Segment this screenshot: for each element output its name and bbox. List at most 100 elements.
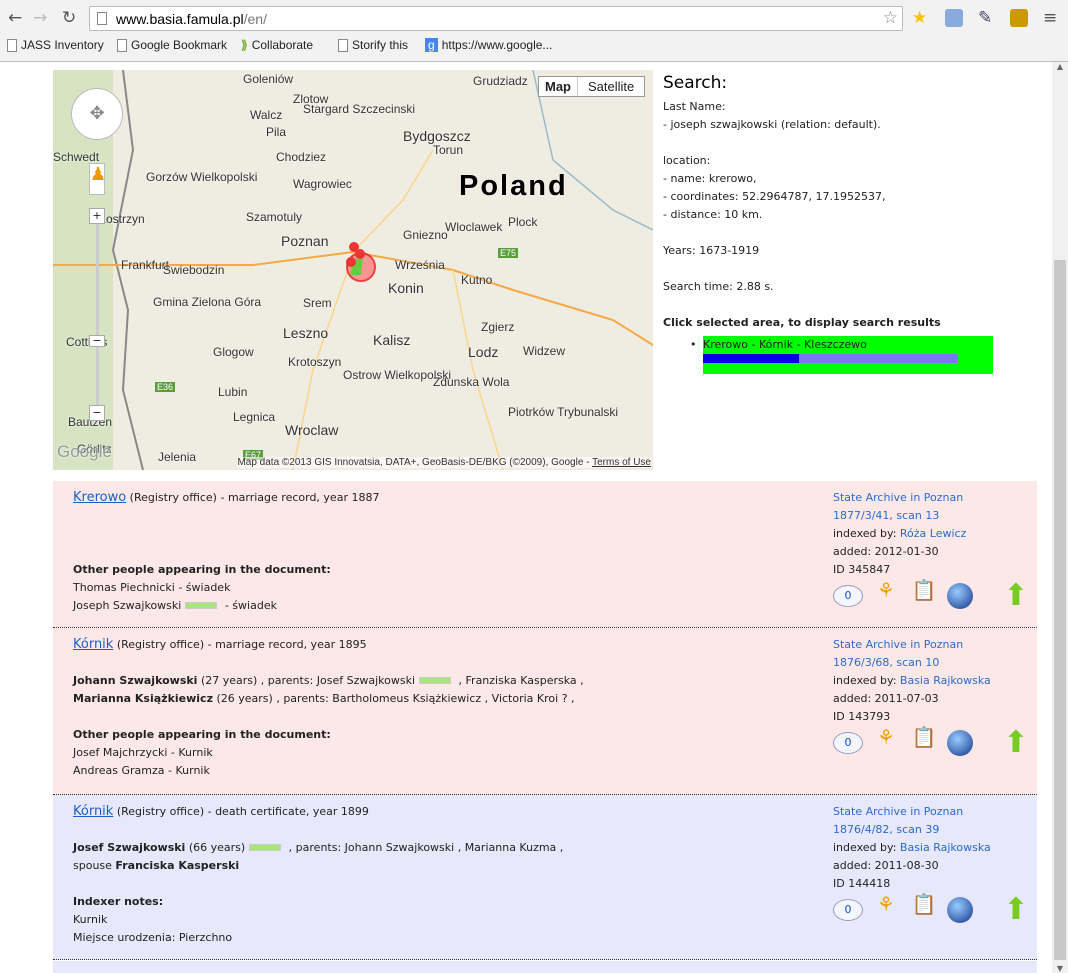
person-details: (26 years) , parents: Bartholomeus Książ…: [212, 692, 575, 705]
family-tree-icon[interactable]: ⚘: [871, 580, 901, 611]
zoom-out-button[interactable]: −: [89, 405, 105, 421]
map-place-label: Schwedt: [53, 150, 100, 164]
zoom-slider-track[interactable]: [96, 215, 99, 415]
forward-icon[interactable]: →: [33, 8, 47, 28]
browser-chrome: ← → ↻ www.basia.famula.pl/en/ ☆ ★ ✎ ≡ JA…: [0, 0, 1068, 62]
indexer-link[interactable]: Basia Rajkowska: [900, 841, 991, 854]
address-bar[interactable]: www.basia.famula.pl/en/ ☆: [89, 6, 903, 31]
bookmark-storify[interactable]: Storify this: [338, 38, 408, 52]
page-icon: [97, 12, 107, 25]
menu-icon[interactable]: ≡: [1043, 8, 1057, 28]
map-type-satellite-button[interactable]: Satellite: [578, 77, 644, 96]
globe-icon[interactable]: [947, 730, 973, 756]
terms-of-use-link[interactable]: Terms of Use: [592, 457, 651, 468]
map-place-label: Chodziez: [276, 150, 327, 164]
globe-icon[interactable]: [947, 583, 973, 609]
zoom-in-button[interactable]: +: [89, 208, 105, 224]
map-place-label: Gmina Zielona Góra: [153, 295, 262, 309]
other-person: Thomas Piechnicki - świadek: [73, 581, 231, 594]
bookmark-google-url[interactable]: g https://www.google...: [425, 38, 552, 52]
record-id: ID 143793: [833, 710, 891, 723]
g-extension-icon[interactable]: [1010, 9, 1028, 27]
scroll-up-icon[interactable]: ▲: [1052, 62, 1068, 71]
bookmark-collaborate[interactable]: ⟫ Collaborate: [241, 38, 313, 52]
search-line: [663, 296, 1003, 314]
extension-icon[interactable]: [945, 9, 963, 27]
zoom-slider-handle[interactable]: −: [89, 335, 105, 347]
result-progress-bar: [703, 354, 958, 363]
bookmark-star-icon[interactable]: ☆: [883, 8, 898, 28]
globe-icon[interactable]: [947, 897, 973, 923]
comments-icon[interactable]: 0: [833, 732, 863, 754]
indexer-link[interactable]: Basia Rajkowska: [900, 674, 991, 687]
map-place-label: Piotrków Trybunalski: [508, 405, 619, 419]
record-meta: State Archive in Poznan 1877/3/41, scan 1…: [833, 489, 1033, 611]
map-place-label: Walcz: [250, 108, 283, 122]
scroll-down-icon[interactable]: ▼: [1052, 964, 1068, 973]
result-area[interactable]: • Krerowo - Kórnik - Kleszczewo: [690, 336, 993, 374]
bookmark-jass[interactable]: JASS Inventory: [7, 38, 104, 52]
archive-link[interactable]: State Archive in Poznan: [833, 805, 963, 818]
role: - świadek: [221, 599, 277, 612]
clipboard-scissors-icon[interactable]: 📋: [909, 727, 939, 758]
archive-link[interactable]: State Archive in Poznan: [833, 638, 963, 651]
scan-link[interactable]: 1876/3/68, scan 10: [833, 656, 939, 669]
scan-link[interactable]: 1876/4/82, scan 39: [833, 823, 939, 836]
scrollbar[interactable]: ▲ ▼: [1052, 62, 1068, 973]
map-place-label: Torun: [433, 143, 464, 157]
search-line: - distance: 10 km.: [663, 208, 763, 221]
search-line: - name: krerowo,: [663, 172, 757, 185]
map-attribution: Map data ©2013 GIS Innovatsia, DATA+, Ge…: [237, 457, 651, 468]
map-place-label: Wroclaw: [285, 422, 339, 438]
map-place-label: Wagrowiec: [293, 177, 352, 191]
back-to-top-icon[interactable]: ⬆: [1001, 728, 1031, 758]
map-place-label: Goleniów: [243, 72, 294, 86]
scan-link[interactable]: 1877/3/41, scan 13: [833, 509, 939, 522]
map-type-map-button[interactable]: Map: [539, 77, 578, 96]
map-place-label: Plock: [508, 215, 538, 229]
person-name: Johann Szwajkowski: [73, 674, 198, 687]
map-place-label: Lubin: [218, 385, 248, 399]
indexer-link[interactable]: Róża Lewicz: [900, 527, 966, 540]
comments-icon[interactable]: 0: [833, 899, 863, 921]
map-place-label: Kutno: [461, 273, 493, 287]
click-hint: Click selected area, to display search r…: [663, 316, 941, 329]
place-link[interactable]: Kórnik: [73, 804, 113, 819]
back-icon[interactable]: ←: [8, 8, 22, 28]
bookmark-google[interactable]: Google Bookmark: [117, 38, 227, 52]
pan-control[interactable]: ✥: [71, 88, 123, 140]
indexed-by-label: indexed by:: [833, 527, 900, 540]
family-tree-icon[interactable]: ⚘: [871, 727, 901, 758]
map-place-label: Swiebodzin: [163, 263, 225, 277]
map-place-label: Widzew: [523, 344, 566, 358]
map[interactable]: Goleniów Grudziadz Stargard Szczecinski Zlo…: [53, 70, 653, 470]
eyedropper-icon[interactable]: ✎: [978, 8, 992, 28]
result-area-link[interactable]: Krerowo - Kórnik - Kleszczewo: [703, 336, 993, 354]
map-place-label: Jelenia: [158, 450, 197, 464]
back-to-top-icon[interactable]: ⬆: [1001, 895, 1031, 925]
added-date: added: 2011-08-30: [833, 859, 939, 872]
record: Kórnik (Registry office) - marriage reco…: [53, 628, 1037, 795]
comments-icon[interactable]: 0: [833, 585, 863, 607]
family-tree-icon[interactable]: ⚘: [871, 894, 901, 925]
map-place-label: Września: [395, 258, 445, 272]
archive-link[interactable]: State Archive in Poznan: [833, 491, 963, 504]
clipboard-scissors-icon[interactable]: 📋: [909, 894, 939, 925]
back-to-top-icon[interactable]: ⬆: [1001, 581, 1031, 611]
scrollbar-thumb[interactable]: [1054, 260, 1066, 960]
map-place-label: Konin: [388, 280, 424, 296]
google-logo: Google: [57, 442, 112, 461]
search-summary: Search: Last Name: - joseph szwajkowski (…: [663, 74, 1003, 374]
reload-icon[interactable]: ↻: [62, 8, 76, 28]
pegman-icon[interactable]: ♟: [89, 163, 106, 195]
starred-extension-icon[interactable]: ★: [912, 8, 927, 28]
search-line: [663, 224, 1003, 242]
added-date: added: 2012-01-30: [833, 545, 939, 558]
clipboard-scissors-icon[interactable]: 📋: [909, 580, 939, 611]
page-icon: [338, 38, 348, 52]
match-indicator: [249, 844, 282, 851]
place-link[interactable]: Krerowo: [73, 490, 126, 505]
match-indicator: [185, 602, 218, 609]
record-details: Kórnik (Registry office) - marriage reco…: [73, 636, 833, 780]
place-link[interactable]: Kórnik: [73, 637, 113, 652]
